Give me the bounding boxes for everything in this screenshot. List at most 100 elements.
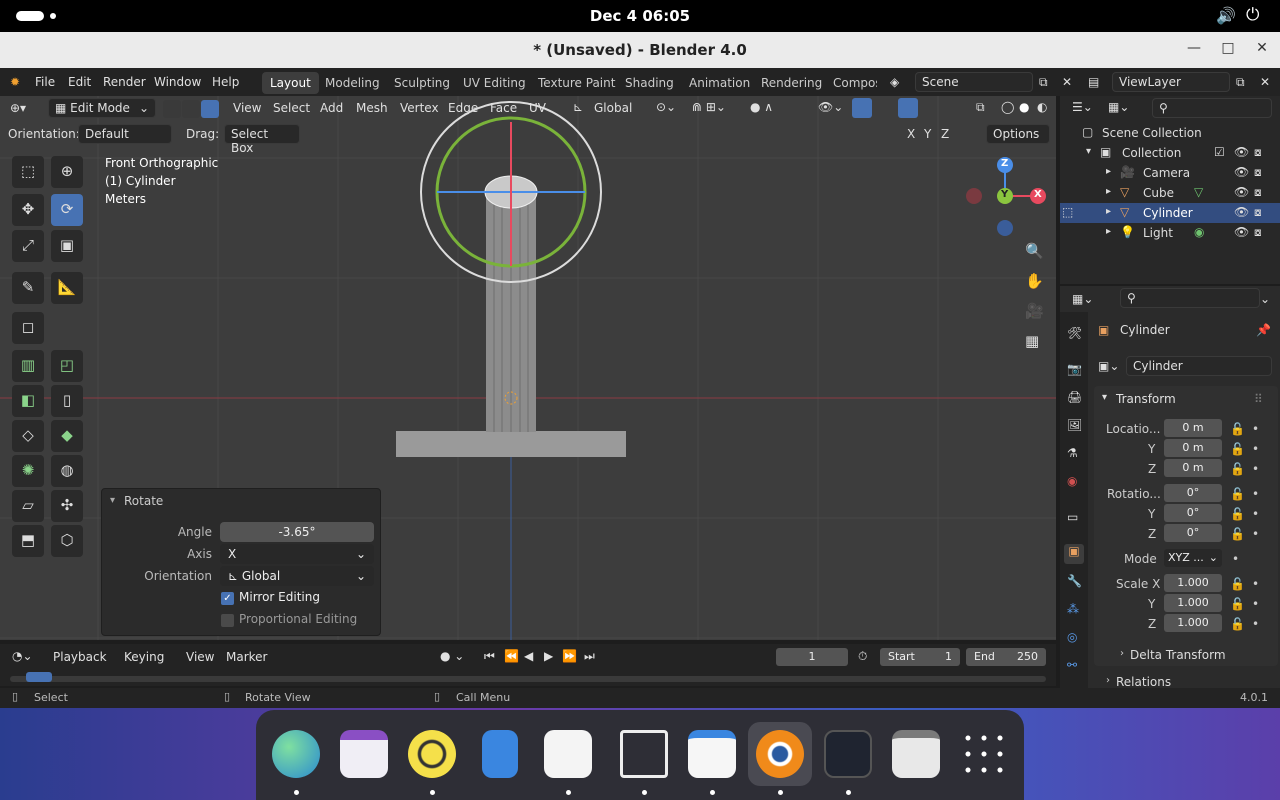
keyframe-dot-icon[interactable]: • (1252, 597, 1259, 611)
new-viewlayer-icon[interactable]: ⧉ (1236, 75, 1245, 90)
scene-tab-icon[interactable]: ⚗ (1067, 446, 1078, 460)
close-button[interactable]: ✕ (1252, 40, 1272, 60)
drag-dropdown[interactable]: Select Box (224, 124, 300, 155)
browser-app-icon[interactable] (272, 730, 320, 778)
lock-icon[interactable]: 🔓 (1230, 462, 1245, 476)
spin-tool[interactable]: ✺ (12, 455, 44, 487)
scene-collection-row[interactable]: ▢ Scene Collection (1060, 123, 1280, 143)
checkbox-icon[interactable]: ☑ (1214, 145, 1225, 159)
move-tool[interactable]: ✥ (12, 194, 44, 226)
timeline-scrollbar[interactable] (10, 676, 1046, 682)
camera-view-icon[interactable]: 🎥 (1025, 302, 1044, 320)
physics-tab-icon[interactable]: ◎ (1067, 630, 1077, 644)
tab-compositing[interactable]: Compos (825, 72, 877, 94)
transform-tool[interactable]: ▣ (51, 230, 83, 262)
rotate-tool[interactable]: ⟳ (51, 194, 83, 226)
axis-dropdown[interactable]: X ⌄ (220, 544, 374, 564)
timeline-editor-icon[interactable]: ◔⌄ (12, 649, 33, 663)
output-tab-icon[interactable]: 🖨 (1067, 390, 1082, 404)
shear-tool[interactable]: ⬒ (12, 525, 44, 557)
menu-file[interactable]: File (35, 75, 55, 89)
marker-menu[interactable]: Marker (226, 650, 267, 664)
add-cube-tool[interactable]: ◻ (12, 312, 44, 344)
vertex-menu[interactable]: Vertex (400, 101, 439, 115)
lock-icon[interactable]: 🔓 (1230, 442, 1245, 456)
expand-chevron-icon[interactable]: › (1120, 648, 1124, 659)
outliner-search[interactable]: ⚲ (1152, 98, 1272, 118)
outliner-item-cylinder[interactable]: ⬚ ▸ ▽ Cylinder 👁 ⧇ (1060, 203, 1280, 223)
tab-sculpting[interactable]: Sculpting (386, 72, 458, 94)
gizmo-y-label[interactable]: Y (1001, 189, 1008, 200)
keyframe-dot-icon[interactable]: • (1252, 577, 1259, 591)
power-icon[interactable]: ⏻ (1246, 5, 1259, 25)
rotation-y-field[interactable]: 0° (1164, 504, 1222, 522)
playhead[interactable] (26, 672, 52, 682)
camera-render-icon[interactable]: ⧇ (1254, 185, 1262, 200)
start-frame-field[interactable]: Start 1 (880, 648, 960, 666)
transform-orientation-dropdown[interactable]: Global (594, 101, 632, 115)
jump-end-icon[interactable]: ⏭ (584, 649, 595, 664)
visibility-icon[interactable]: 👁⌄ (818, 100, 843, 114)
drag-handle-icon[interactable]: ⠿ (1254, 392, 1263, 406)
camera-render-icon[interactable]: ⧇ (1254, 145, 1262, 160)
shading-wire-icon[interactable]: ◯ (1001, 100, 1014, 114)
location-y-field[interactable]: 0 m (1164, 439, 1222, 457)
delete-viewlayer-icon[interactable]: ✕ (1260, 75, 1270, 89)
properties-panel[interactable]: ▦⌄ ⚲ ⌄ 🛠 📷 🖨 🖼 ⚗ ◉ ▭ ▣ 🔧 ⁂ ◎ ⚯ ▣ Cylinde… (1060, 286, 1280, 689)
gizmo-z-label[interactable]: Z (1001, 158, 1008, 169)
select-box-tool[interactable]: ⬚ (12, 156, 44, 188)
ortho-grid-icon[interactable]: ▦ (1025, 332, 1039, 350)
particles-tab-icon[interactable]: ⁂ (1067, 602, 1079, 616)
tab-texture-paint[interactable]: Texture Paint (530, 72, 623, 94)
lock-icon[interactable]: 🔓 (1230, 487, 1245, 501)
viewlayer-icon[interactable]: ▤ (1088, 75, 1099, 89)
outliner-editor-icon[interactable]: ☰⌄ (1072, 100, 1093, 114)
blender-logo-icon[interactable]: ✹ (10, 75, 20, 89)
tab-rendering[interactable]: Rendering (753, 72, 830, 94)
orientation-dropdown[interactable]: Default (78, 124, 172, 144)
rotation-mode-dropdown[interactable]: XYZ ... ⌄ (1164, 549, 1222, 567)
proportional-editing-checkbox[interactable] (221, 614, 234, 627)
viewlayer-selector[interactable]: ViewLayer (1112, 72, 1230, 92)
gizmo-x-label[interactable]: X (1034, 189, 1042, 200)
outliner-item-camera[interactable]: ▸ 🎥 Camera 👁 ⧇ (1060, 163, 1280, 183)
measure-tool[interactable]: 📐 (51, 272, 83, 304)
scale-tool[interactable]: ⤢ (12, 230, 44, 262)
outliner-filter-icon[interactable]: ▦⌄ (1108, 100, 1129, 114)
menu-edit[interactable]: Edit (68, 75, 91, 89)
mirror-axis-z[interactable]: Z (941, 127, 949, 141)
face-select-icon[interactable] (201, 100, 219, 118)
modifier-tab-icon[interactable]: 🔧 (1067, 574, 1082, 588)
uv-menu[interactable]: UV (529, 101, 546, 115)
mirror-axis-y[interactable]: Y (924, 127, 931, 141)
keyframe-dot-icon[interactable]: • (1252, 487, 1259, 501)
blender-app-icon[interactable] (756, 730, 804, 778)
poly-build-tool[interactable]: ◆ (51, 420, 83, 452)
auto-keying-icon[interactable]: ● ⌄ (440, 649, 464, 663)
zoom-icon[interactable]: 🔍 (1025, 242, 1044, 260)
music-app-icon[interactable] (408, 730, 456, 778)
menu-window[interactable]: Window (154, 75, 201, 89)
tab-modeling[interactable]: Modeling (317, 72, 388, 94)
shading-material-icon[interactable]: ◐ (1037, 100, 1047, 114)
maximize-button[interactable]: □ (1218, 40, 1238, 60)
mirror-axis-x[interactable]: X (907, 127, 915, 141)
pin-icon[interactable]: 📌 (1256, 323, 1271, 337)
current-frame-field[interactable]: 1 (776, 648, 848, 666)
edge-menu[interactable]: Edge (448, 101, 478, 115)
properties-search[interactable]: ⚲ (1120, 288, 1260, 308)
lock-icon[interactable]: 🔓 (1230, 507, 1245, 521)
scene-selector[interactable]: Scene (915, 72, 1033, 92)
select-menu[interactable]: Select (273, 101, 310, 115)
datablock-icon[interactable]: ▣⌄ (1098, 359, 1119, 373)
minimize-button[interactable]: — (1184, 40, 1204, 60)
inset-tool[interactable]: ◰ (51, 350, 83, 382)
software-app-icon[interactable] (544, 730, 592, 778)
camera-render-icon[interactable]: ⧇ (1254, 165, 1262, 180)
new-scene-icon[interactable]: ⧉ (1039, 75, 1048, 90)
constraints-tab-icon[interactable]: ⚯ (1067, 658, 1077, 672)
keyframe-dot-icon[interactable]: • (1252, 422, 1259, 436)
object-name-field[interactable]: Cylinder (1126, 356, 1272, 376)
extrude-tool[interactable]: ▥ (12, 350, 44, 382)
tool-tab-icon[interactable]: 🛠 (1067, 326, 1082, 340)
